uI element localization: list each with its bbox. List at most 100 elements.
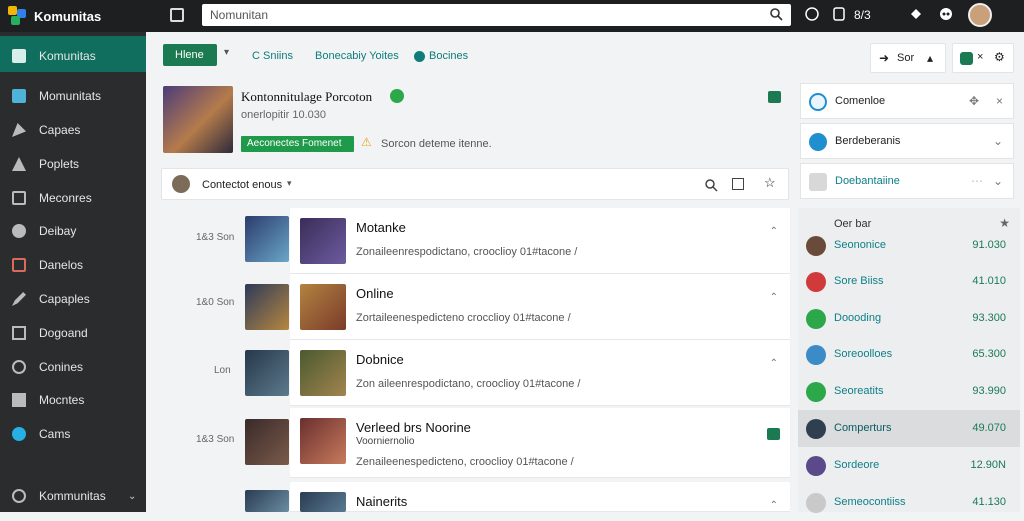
leaderboard-row[interactable]: Sore Biiss 41.010 [798, 263, 1020, 300]
tab-bocines[interactable]: Bocines [414, 50, 468, 62]
sort-button-group[interactable]: ➜ Sor ▴ [870, 43, 946, 73]
row-thumbnail [300, 418, 346, 464]
table-row[interactable]: Nainerits ⌃ [290, 482, 790, 512]
right-card-berdeberanis[interactable]: Berdeberanis ⌄ [800, 123, 1014, 159]
leader-name: Semeocontiiss [834, 496, 906, 508]
leader-name: Soreoolloes [834, 348, 893, 360]
shield-icon[interactable] [804, 6, 820, 22]
row-title: Dobnice [356, 352, 404, 367]
sidebar-item-komunitas[interactable]: Komunitas [0, 41, 146, 71]
row-outer-thumb [245, 490, 289, 512]
leaderboard-row[interactable]: Soreoolloes 65.300 [798, 336, 1020, 373]
tab-bonecabiy[interactable]: Bonecabiy Yoites [315, 50, 399, 62]
row-outer-thumb [245, 419, 289, 465]
leader-name: Comperturs [834, 422, 892, 434]
avatar [806, 236, 826, 256]
sidebar-item-poplets[interactable]: Poplets [0, 149, 146, 179]
chevron-down-icon[interactable]: ⌄ [993, 174, 1003, 188]
table-row[interactable]: Verleed brs Noorine Voorniernolio Zenail… [290, 408, 790, 478]
row-time: 1&3 Son [196, 434, 235, 445]
camera-icon[interactable] [767, 428, 780, 440]
sidebar-item-label: Cams [39, 427, 71, 441]
logo-icon [8, 6, 28, 26]
search-icon[interactable] [704, 178, 718, 192]
leader-name: Seoreatits [834, 385, 884, 397]
leaderboard-row[interactable]: Seoreatits 93.990 [798, 373, 1020, 410]
gear-icon[interactable] [832, 6, 846, 22]
search-icon[interactable] [769, 7, 783, 21]
sidebar-item-meconres[interactable]: Meconres [0, 183, 146, 213]
row-thumbnail [300, 492, 346, 512]
search-input[interactable]: Nomunitan [202, 4, 791, 26]
sidebar-item-dogoand[interactable]: Dogoand [0, 318, 146, 348]
sidebar-footer[interactable]: Kommunitas ⌄ [0, 481, 146, 511]
square-icon[interactable] [732, 178, 744, 190]
chevron-down-icon[interactable]: ⌄ [993, 134, 1003, 148]
right-card-comenloe[interactable]: Comenloe ✥ × [800, 83, 1014, 119]
sidebar: Komunitas Momunitats Capaes Poplets Meco… [0, 32, 146, 512]
leader-name: Sordeore [834, 459, 880, 471]
row-desc: Zortaileenespedicteno crocclioy 01#tacon… [356, 312, 571, 324]
pencil-icon [12, 292, 26, 306]
leader-value: 12.90N [970, 459, 1006, 471]
folder-icon [809, 173, 827, 191]
chevron-down-icon[interactable]: ▾ [287, 178, 292, 189]
table-row[interactable]: Motanke Zonaileenrespodictano, crooclioy… [290, 208, 790, 274]
action-button-group[interactable]: × ⚙ [952, 43, 1014, 73]
message-icon [12, 326, 26, 340]
leaderboard-row[interactable]: Seononice 91.030 [798, 227, 1020, 264]
leaderboard-row[interactable]: Sordeore 12.90N [798, 447, 1020, 484]
right-card-label: Berdeberanis [835, 135, 901, 147]
sidebar-item-capaples[interactable]: Capaples [0, 284, 146, 314]
tab-sniins[interactable]: C Sniins [252, 50, 293, 62]
sidebar-item-capaes[interactable]: Capaes [0, 115, 146, 145]
user-icon: ▴ [927, 51, 934, 65]
right-card-doebantaiine[interactable]: Doebantaiine ⋯ ⌄ [800, 163, 1014, 199]
leaderboard-row[interactable]: Doooding 93.300 [798, 300, 1020, 337]
sidebar-item-mocntes[interactable]: Mocntes [0, 385, 146, 415]
sidebar-item-label: Capaes [39, 123, 81, 137]
profile-badge[interactable]: Aeconectes Fomenet [241, 136, 354, 152]
move-icon[interactable]: ✥ [969, 94, 979, 108]
sidebar-item-deibay[interactable]: Deibay [0, 216, 146, 246]
right-card-label: Comenloe [835, 95, 886, 107]
tag-icon[interactable] [908, 6, 924, 22]
home-button[interactable]: Hlene [163, 44, 217, 66]
chevron-up-icon[interactable]: ⌃ [770, 226, 778, 237]
leader-value: 49.070 [972, 422, 1006, 434]
leaderboard-row[interactable]: Semeocontiiss 41.130 [798, 484, 1020, 521]
avatar[interactable] [968, 3, 992, 27]
game-icon[interactable] [938, 6, 954, 22]
bookmark-icon[interactable] [170, 8, 184, 22]
filter-label[interactable]: Contectot enous [202, 179, 282, 191]
row-subtitle: Voorniernolio [356, 436, 415, 447]
star-icon[interactable]: ☆ [764, 175, 776, 191]
table-row[interactable]: Online Zortaileenespedicteno crocclioy 0… [290, 274, 790, 340]
close-icon: × [977, 51, 984, 63]
info-icon [809, 133, 827, 151]
row-title: Nainerits [356, 494, 408, 509]
table-row[interactable]: Dobnice Zon aileenrespodictano, crooclio… [290, 340, 790, 406]
chevron-down-icon[interactable]: ▾ [224, 47, 229, 58]
row-outer-thumb [245, 216, 289, 262]
sidebar-item-momunitats[interactable]: Momunitats [0, 81, 146, 111]
sidebar-item-label: Momunitats [39, 89, 102, 103]
verified-icon [390, 89, 404, 103]
app-logo[interactable]: Komunitas [8, 6, 101, 26]
globe-icon [414, 50, 425, 62]
chevron-up-icon[interactable]: ⌃ [770, 358, 778, 369]
chevron-up-icon[interactable]: ⌃ [770, 500, 778, 511]
search-placeholder: Nomunitan [210, 8, 269, 22]
close-icon[interactable]: × [996, 94, 1003, 108]
dots-icon[interactable]: ⋯ [971, 174, 983, 188]
sidebar-item-danelos[interactable]: Danelos [0, 250, 146, 280]
sidebar-item-cams[interactable]: Cams [0, 419, 146, 449]
sidebar-item-conines[interactable]: Conines [0, 352, 146, 382]
sidebar-footer-label: Kommunitas [39, 489, 106, 503]
sidebar-item-label: Conines [39, 360, 84, 374]
leaderboard-row[interactable]: Comperturs 49.070 [798, 410, 1020, 447]
chevron-up-icon[interactable]: ⌃ [770, 292, 778, 303]
check-icon [806, 309, 826, 329]
profile-image [163, 86, 233, 153]
camera-icon[interactable] [768, 91, 781, 103]
